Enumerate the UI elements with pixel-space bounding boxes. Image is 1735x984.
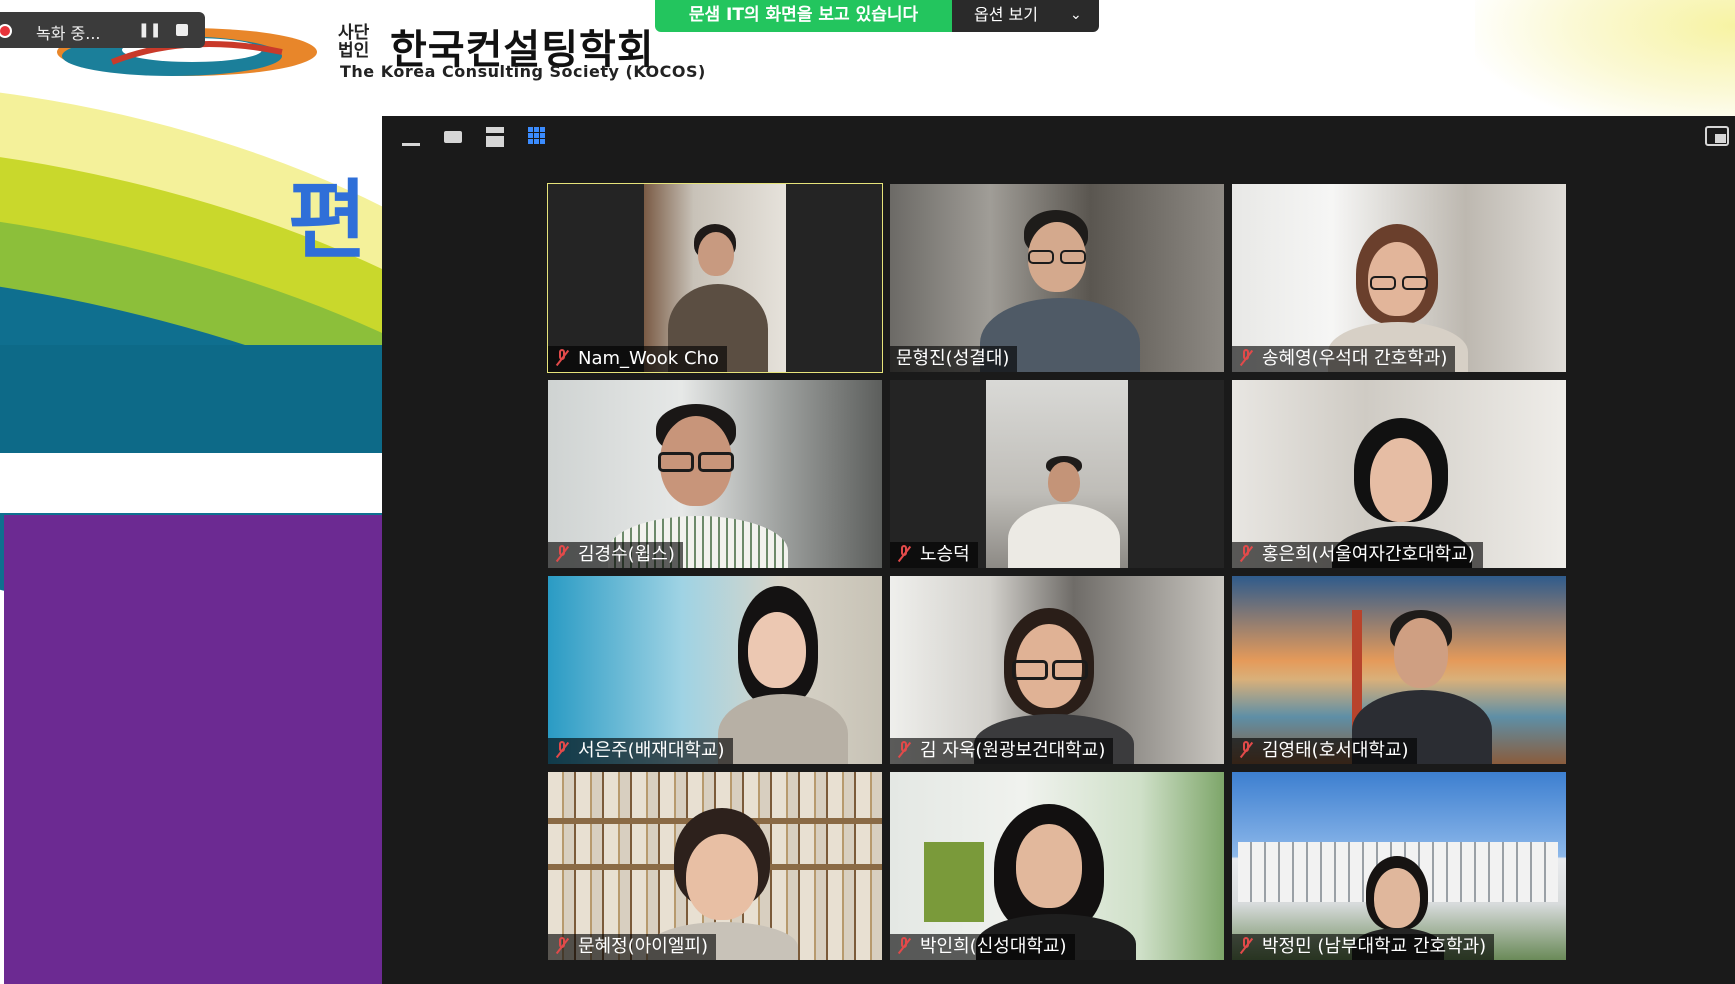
gallery-view-icon[interactable] [524,124,550,150]
participant-name: 박정민 (남부대학교 간호학과) [1232,934,1495,960]
stop-icon[interactable] [176,24,188,36]
participant-name: 문형진(성결대) [890,346,1018,372]
participant-name: 송혜영(우석대 간호학과) [1232,346,1456,372]
logo-subtitle: The Korea Consulting Society (KOCOS) [340,62,706,81]
participant-grid: Nam_Wook Cho 문형진(성결대) 송혜영(우석대 간호학과) 김경수(… [547,183,1566,970]
mic-muted-icon [554,741,570,759]
participant-name: 박인희(신성대학교) [890,934,1075,960]
participant-tile[interactable]: 서은주(배재대학교) [548,576,882,764]
participant-name: 서은주(배재대학교) [548,738,733,764]
participant-tile[interactable]: 노승덕 [890,380,1224,568]
participant-name: 홍은희(서울여자간호대학교) [1232,542,1483,568]
strip-view-icon[interactable] [482,124,508,150]
participant-tile[interactable]: 박정민 (남부대학교 간호학과) [1232,772,1566,960]
mic-muted-icon [554,545,570,563]
slide-purple-panel [4,515,390,984]
mic-muted-icon [896,937,912,955]
participant-name: 김영태(호서대학교) [1232,738,1417,764]
participant-tile[interactable]: Nam_Wook Cho [547,183,883,373]
participant-tile[interactable]: 송혜영(우석대 간호학과) [1232,184,1566,372]
minimize-icon[interactable] [398,124,424,150]
participant-name: 문혜정(아이엘피) [548,934,716,960]
slide-teal-band [0,345,390,453]
screen-share-banner: 문샘 IT의 화면을 보고 있습니다 [655,0,952,32]
mic-muted-icon [1238,349,1254,367]
chevron-down-icon: ⌄ [1070,7,1082,23]
participant-tile[interactable]: 홍은희(서울여자간호대학교) [1232,380,1566,568]
slide-heading-fragment: 편 [288,171,367,271]
recording-dot-icon [0,24,12,38]
participant-tile[interactable]: 박인희(신성대학교) [890,772,1224,960]
mic-muted-icon [1238,545,1254,563]
participant-name: 김 자욱(원광보건대학교) [890,738,1114,764]
participant-tile[interactable]: 문형진(성결대) [890,184,1224,372]
slide-glow [1475,0,1735,130]
exit-fullscreen-icon[interactable] [1705,126,1729,146]
mic-muted-icon [896,545,912,563]
pause-icon[interactable]: ❚❚ [138,22,161,38]
speaker-view-icon[interactable] [440,124,466,150]
video-gallery-window: Nam_Wook Cho 문형진(성결대) 송혜영(우석대 간호학과) 김경수(… [382,116,1735,984]
logo-prefix: 사단 법인 [338,23,370,61]
participant-name: 노승덕 [890,542,978,568]
recording-label: 녹화 중... [36,24,101,43]
view-options-label: 옵션 보기 [974,5,1038,24]
participant-tile[interactable]: 문혜정(아이엘피) [548,772,882,960]
recording-indicator: 녹화 중... ❚❚ [0,12,205,48]
participant-tile[interactable]: 김영태(호서대학교) [1232,576,1566,764]
mic-muted-icon [896,741,912,759]
participant-name: 김경수(윕스) [548,542,683,568]
mic-muted-icon [1238,741,1254,759]
mic-muted-icon [554,937,570,955]
mic-muted-icon [554,349,570,367]
participant-name: Nam_Wook Cho [548,346,727,372]
participant-tile[interactable]: 김 자욱(원광보건대학교) [890,576,1224,764]
participant-tile[interactable]: 김경수(윕스) [548,380,882,568]
view-options-button[interactable]: 옵션 보기 ⌄ [952,0,1099,32]
slide-white-band [0,453,390,513]
mic-muted-icon [1238,937,1254,955]
